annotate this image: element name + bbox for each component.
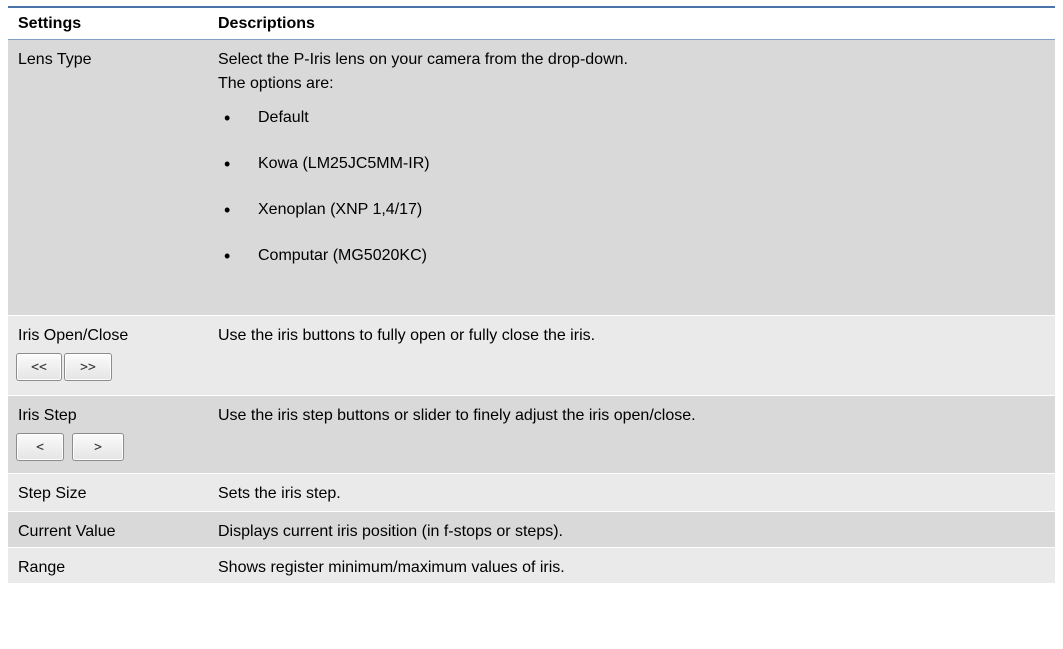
header-settings: Settings [18,14,82,32]
iris-step-back-button[interactable]: < [16,433,64,461]
description-cell: Displays current iris position (in f-sto… [208,512,1055,548]
setting-cell: Current Value [8,512,208,548]
setting-cell: Range [8,548,208,584]
current-value-description: Displays current iris position (in f-sto… [218,523,563,540]
lens-option-label: Default [258,109,309,126]
bullet-icon: • [224,200,231,220]
table-row-iris-step: Iris Step < > Use the iris step buttons … [8,395,1055,474]
table-row-step-size: Step Size Sets the iris step. [8,473,1055,512]
setting-label-current-value: Current Value [18,523,116,540]
iris-step-buttons: < > [16,433,208,461]
setting-cell: Iris Step < > [8,396,208,474]
list-item: • Kowa (LM25JC5MM-IR) [218,152,1055,198]
description-cell: Sets the iris step. [208,474,1055,512]
header-descriptions: Descriptions [218,14,315,32]
setting-label-iris-open-close: Iris Open/Close [18,327,129,344]
iris-fully-close-button[interactable]: >> [64,353,112,381]
description-cell: Use the iris buttons to fully open or fu… [208,316,1055,396]
lens-option-label: Computar (MG5020KC) [258,247,427,264]
settings-table: Settings Descriptions Lens Type Select t… [8,6,1055,584]
step-size-description: Sets the iris step. [218,485,341,502]
lens-options-list: • Default • Kowa (LM25JC5MM-IR) • Xenopl… [218,106,1055,290]
description-cell: Use the iris step buttons or slider to f… [208,396,1055,474]
header-row: Settings Descriptions [8,7,1055,40]
lens-option-label: Kowa (LM25JC5MM-IR) [258,155,430,172]
setting-label-range: Range [18,559,66,576]
lens-option-label: Xenoplan (XNP 1,4/17) [258,201,423,218]
bullet-icon: • [224,154,231,174]
bullet-icon: • [224,108,231,128]
lens-type-description: Select the P-Iris lens on your camera fr… [218,51,628,68]
iris-open-close-description: Use the iris buttons to fully open or fu… [218,327,596,344]
description-cell: Select the P-Iris lens on your camera fr… [208,40,1055,316]
iris-step-forward-button[interactable]: > [72,433,124,461]
iris-open-close-buttons: << >> [16,353,208,381]
setting-cell: Lens Type [8,40,208,316]
lens-type-options-intro: The options are: [218,75,334,92]
iris-fully-open-button[interactable]: << [16,353,62,381]
list-item: • Default [218,106,1055,152]
table-row-current-value: Current Value Displays current iris posi… [8,511,1055,548]
setting-cell: Iris Open/Close << >> [8,316,208,396]
table-row-lens-type: Lens Type Select the P-Iris lens on your… [8,39,1055,316]
table-header: Settings Descriptions [8,7,1055,40]
bullet-icon: • [224,246,231,266]
iris-step-description: Use the iris step buttons or slider to f… [218,407,696,424]
setting-cell: Step Size [8,474,208,512]
table-row-range: Range Shows register minimum/maximum val… [8,547,1055,584]
setting-label-iris-step: Iris Step [18,407,77,424]
list-item: • Xenoplan (XNP 1,4/17) [218,198,1055,244]
table-row-iris-open-close: Iris Open/Close << >> Use the iris butto… [8,315,1055,396]
setting-label-lens-type: Lens Type [18,51,92,68]
range-description: Shows register minimum/maximum values of… [218,559,565,576]
list-item: • Computar (MG5020KC) [218,244,1055,290]
description-cell: Shows register minimum/maximum values of… [208,548,1055,584]
setting-label-step-size: Step Size [18,485,87,502]
